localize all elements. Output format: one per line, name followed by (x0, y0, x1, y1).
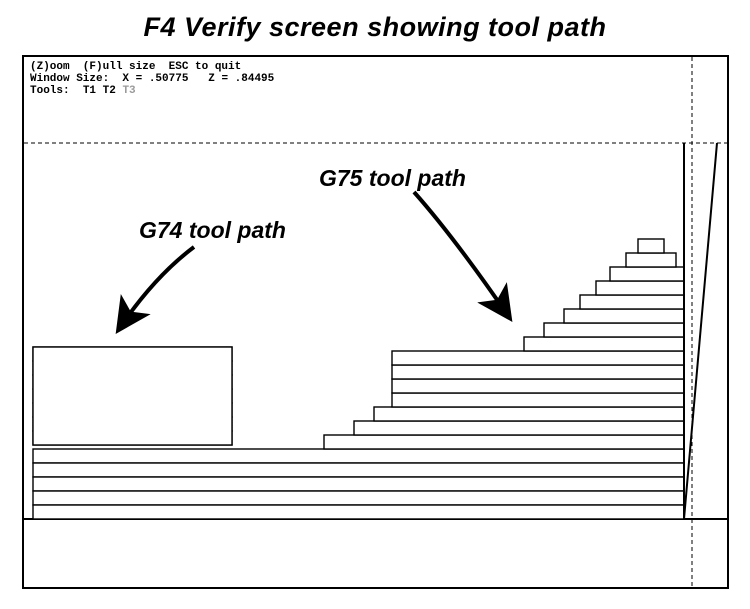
label-g75: G75 tool path (319, 165, 466, 192)
long-bars (33, 449, 684, 519)
arrow-g74 (119, 247, 194, 329)
g75-steps (324, 239, 684, 449)
g74-block (33, 347, 232, 445)
right-taper (684, 143, 717, 519)
label-g74: G74 tool path (139, 217, 286, 244)
arrow-g75 (414, 192, 509, 317)
verify-frame: (Z)oom (F)ull size ESC to quit Window Si… (22, 55, 729, 589)
toolpath-canvas (24, 57, 727, 587)
page-title: F4 Verify screen showing tool path (0, 0, 750, 43)
